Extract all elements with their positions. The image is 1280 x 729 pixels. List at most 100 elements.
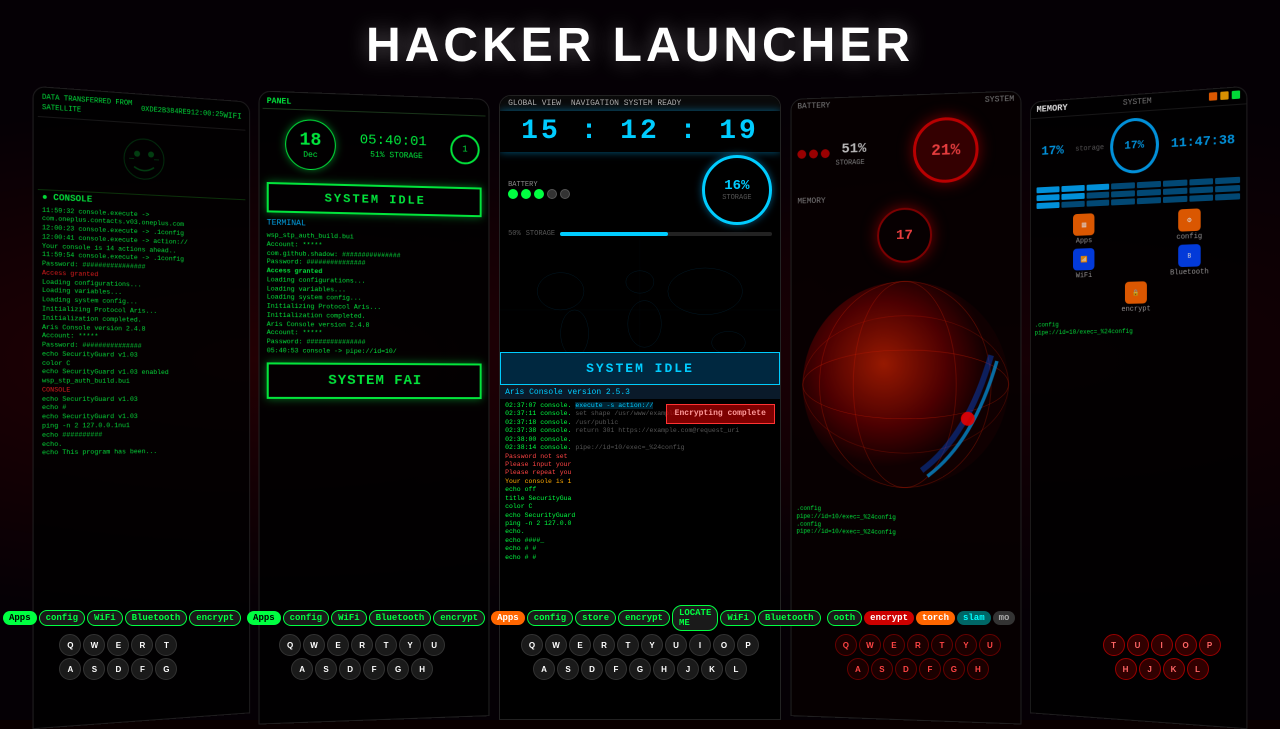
tab-strip2-apps[interactable]: Apps xyxy=(247,611,281,625)
p2-idle-button[interactable]: SYSTEM IDLE xyxy=(267,182,482,217)
key-r-3[interactable]: R xyxy=(593,634,615,656)
key-w-2[interactable]: W xyxy=(303,634,325,656)
key-f-2[interactable]: F xyxy=(363,658,385,680)
key-l-3[interactable]: L xyxy=(725,658,747,680)
key-h-5[interactable]: H xyxy=(1115,658,1137,680)
tab-strip1-wifi[interactable]: WiFi xyxy=(87,610,123,626)
key-y-4[interactable]: Y xyxy=(955,634,977,656)
key-d-3[interactable]: D xyxy=(581,658,603,680)
key-a-4[interactable]: A xyxy=(847,658,869,680)
key-e-3[interactable]: E xyxy=(569,634,591,656)
p5-app-encrypt[interactable]: 🔒 encrypt xyxy=(1121,281,1150,314)
key-u-4[interactable]: U xyxy=(979,634,1001,656)
tab-strip1-config[interactable]: config xyxy=(39,610,85,626)
key-k-5[interactable]: K xyxy=(1163,658,1185,680)
p5-app-apps[interactable]: ▦ Apps xyxy=(1034,211,1134,247)
key-e-1[interactable]: E xyxy=(107,634,129,656)
key-h-2[interactable]: H xyxy=(411,658,433,680)
key-d-4[interactable]: D xyxy=(895,658,917,680)
tab-strip3-wifi[interactable]: WiFi xyxy=(720,610,756,626)
key-w-4[interactable]: W xyxy=(859,634,881,656)
tab-strip1-bluetooth[interactable]: Bluetooth xyxy=(125,610,188,626)
tab-strip2-bluetooth[interactable]: Bluetooth xyxy=(369,610,432,626)
key-q-1[interactable]: Q xyxy=(59,634,81,656)
key-t-2[interactable]: T xyxy=(375,634,397,656)
p3-battery-storage-label: STORAGE xyxy=(722,194,751,202)
key-w-1[interactable]: W xyxy=(83,634,105,656)
key-a-3[interactable]: A xyxy=(533,658,555,680)
key-i-3[interactable]: I xyxy=(689,634,711,656)
key-a-2[interactable]: A xyxy=(291,658,313,680)
key-u-5[interactable]: U xyxy=(1127,634,1149,656)
tab-strip4-ooth[interactable]: ooth xyxy=(827,610,863,626)
key-f-4[interactable]: F xyxy=(919,658,941,680)
key-u-2[interactable]: U xyxy=(423,634,445,656)
key-s-2[interactable]: S xyxy=(315,658,337,680)
key-o-3[interactable]: O xyxy=(713,634,735,656)
key-g-1[interactable]: G xyxy=(155,658,177,680)
tab-strip3-bluetooth[interactable]: Bluetooth xyxy=(758,610,821,626)
key-g-2[interactable]: G xyxy=(387,658,409,680)
p5-dot-yellow xyxy=(1220,91,1228,100)
tab-strip1-apps[interactable]: Apps xyxy=(3,611,37,625)
key-y-3[interactable]: Y xyxy=(641,634,663,656)
key-e-4[interactable]: E xyxy=(883,634,905,656)
key-p-3[interactable]: P xyxy=(737,634,759,656)
p5-app-bluetooth[interactable]: B Bluetooth xyxy=(1137,242,1242,278)
key-h-3[interactable]: H xyxy=(653,658,675,680)
key-k-3[interactable]: K xyxy=(701,658,723,680)
key-s-4[interactable]: S xyxy=(871,658,893,680)
tab-strip4-mo[interactable]: mo xyxy=(993,611,1016,625)
key-q-4[interactable]: Q xyxy=(835,634,857,656)
key-r-4[interactable]: R xyxy=(907,634,929,656)
key-q-2[interactable]: Q xyxy=(279,634,301,656)
key-r-1[interactable]: R xyxy=(131,634,153,656)
key-h-4[interactable]: H xyxy=(967,658,989,680)
key-f-3[interactable]: F xyxy=(605,658,627,680)
tab-strip3-store[interactable]: store xyxy=(575,610,616,626)
p5-time: 11:47:38 xyxy=(1165,129,1242,153)
p5-app-wifi[interactable]: 📶 WiFi xyxy=(1034,246,1134,281)
key-a-1[interactable]: A xyxy=(59,658,81,680)
key-r-2[interactable]: R xyxy=(351,634,373,656)
key-f-1[interactable]: F xyxy=(131,658,153,680)
p3-dot-1 xyxy=(508,189,518,199)
key-w-3[interactable]: W xyxy=(545,634,567,656)
p5-app-config[interactable]: ⚙ config xyxy=(1137,206,1242,243)
key-y-2[interactable]: Y xyxy=(399,634,421,656)
key-o-5[interactable]: O xyxy=(1175,634,1197,656)
key-q-3[interactable]: Q xyxy=(521,634,543,656)
p4-console-text: .config pipe://id=10/exec=_%24config .co… xyxy=(791,503,1020,541)
tab-strip3-locate[interactable]: LOCATE ME xyxy=(672,605,718,631)
tab-strip2-config[interactable]: config xyxy=(283,610,329,626)
key-s-3[interactable]: S xyxy=(557,658,579,680)
key-j-5[interactable]: J xyxy=(1139,658,1161,680)
tab-strip2-encrypt[interactable]: encrypt xyxy=(433,610,485,626)
tab-strip2-wifi[interactable]: WiFi xyxy=(331,610,367,626)
tab-strip4-slam[interactable]: slam xyxy=(957,611,991,625)
p3-storage-label2: STORAGE xyxy=(526,230,555,238)
key-t-4[interactable]: T xyxy=(931,634,953,656)
key-s-1[interactable]: S xyxy=(83,658,105,680)
key-i-5[interactable]: I xyxy=(1151,634,1173,656)
tab-strip3-encrypt[interactable]: encrypt xyxy=(618,610,670,626)
key-d-2[interactable]: D xyxy=(339,658,361,680)
key-l-5[interactable]: L xyxy=(1187,658,1209,680)
key-g-4[interactable]: G xyxy=(943,658,965,680)
kbd-panel-1: Q W E R T A S D F G xyxy=(0,632,237,720)
p3-bar-inner xyxy=(560,232,668,236)
key-g-3[interactable]: G xyxy=(629,658,651,680)
key-j-3[interactable]: J xyxy=(677,658,699,680)
key-e-2[interactable]: E xyxy=(327,634,349,656)
tab-strip3-config[interactable]: config xyxy=(527,610,573,626)
tab-strip4-torch[interactable]: torch xyxy=(916,611,955,625)
key-t-1[interactable]: T xyxy=(155,634,177,656)
tab-strip4-encrypt[interactable]: encrypt xyxy=(864,611,914,625)
key-p-5[interactable]: P xyxy=(1199,634,1221,656)
tab-strip3-apps[interactable]: Apps xyxy=(491,611,525,625)
tab-strip1-encrypt[interactable]: encrypt xyxy=(189,610,241,626)
key-t-5[interactable]: T xyxy=(1103,634,1125,656)
key-d-1[interactable]: D xyxy=(107,658,129,680)
key-t-3[interactable]: T xyxy=(617,634,639,656)
key-u-3[interactable]: U xyxy=(665,634,687,656)
